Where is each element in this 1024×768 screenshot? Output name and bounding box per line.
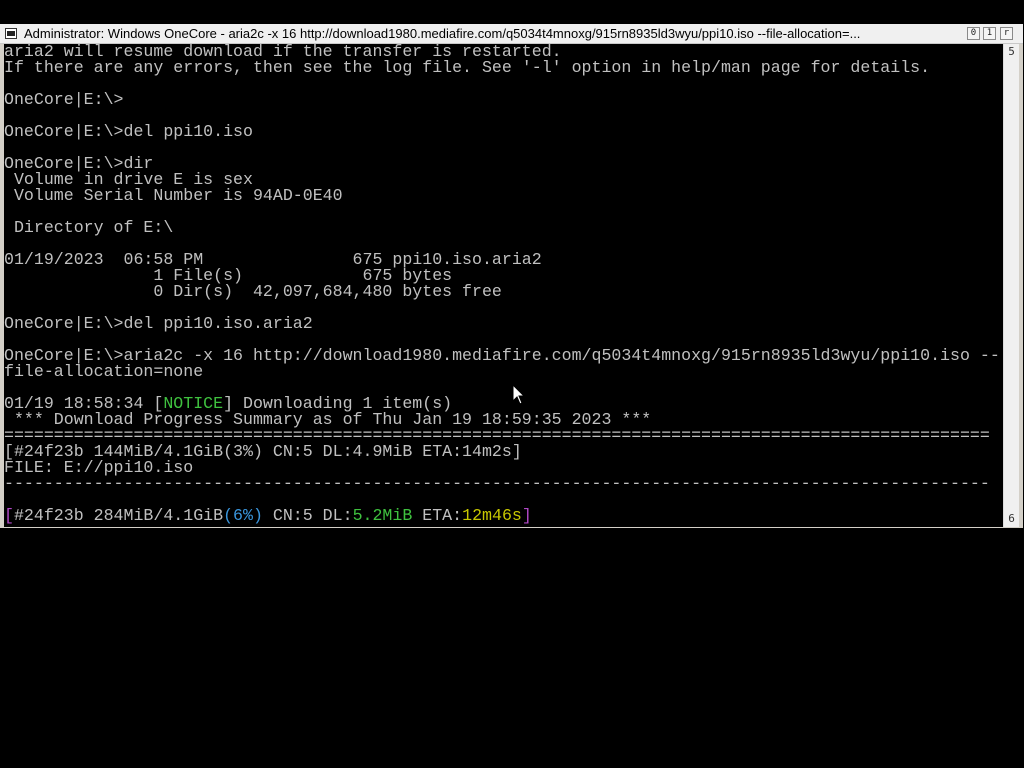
console-line: Volume Serial Number is 94AD-0E40: [4, 186, 343, 205]
window-title: Administrator: Windows OneCore - aria2c …: [24, 26, 861, 41]
progress-line: [#24f23b 284MiB/4.1GiB(6%) CN:5 DL:5.2Mi…: [4, 506, 532, 525]
minimize-button[interactable]: 0: [967, 27, 980, 40]
progress-id-size: #24f23b 284MiB/4.1GiB: [13, 506, 224, 525]
console-line: OneCore|E:\>: [4, 90, 124, 109]
console-line: OneCore|E:\>del ppi10.iso: [4, 122, 253, 141]
console-line: file-allocation=none: [4, 362, 204, 381]
maximize-button[interactable]: 1: [983, 27, 996, 40]
scroll-up-button[interactable]: 5: [1004, 44, 1019, 60]
console-app-icon[interactable]: [5, 28, 17, 39]
separator-single: ----------------------------------------…: [4, 474, 990, 493]
progress-eta: 12m46s: [462, 506, 522, 525]
progress-close-bracket: ]: [521, 506, 532, 525]
console-output[interactable]: aria2 will resume download if the transf…: [4, 44, 1003, 527]
scroll-down-button[interactable]: 6: [1004, 511, 1019, 527]
console-line: 0 Dir(s) 42,097,684,480 bytes free: [4, 282, 502, 301]
close-button[interactable]: r: [1000, 27, 1013, 40]
mouse-pointer-icon: [512, 384, 526, 405]
vertical-scrollbar[interactable]: 5 6: [1003, 44, 1019, 527]
progress-eta-label: ETA:: [412, 506, 463, 525]
progress-percent: (6%): [223, 506, 263, 525]
console-window: Administrator: Windows OneCore - aria2c …: [0, 24, 1023, 528]
title-bar[interactable]: Administrator: Windows OneCore - aria2c …: [0, 24, 1023, 44]
console-line: Directory of E:\: [4, 218, 174, 237]
progress-speed: 5.2MiB: [352, 506, 413, 525]
progress-connections: CN:5 DL:: [262, 506, 353, 525]
console-line: OneCore|E:\>del ppi10.iso.aria2: [4, 314, 313, 333]
progress-open-bracket: [: [4, 506, 14, 525]
console-line: If there are any errors, then see the lo…: [4, 58, 931, 77]
